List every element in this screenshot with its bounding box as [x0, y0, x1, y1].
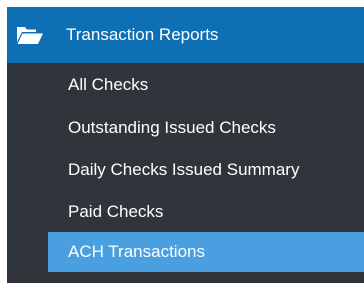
menu-item-ach-transactions[interactable]: ACH Transactions: [48, 232, 364, 272]
menu-item-outstanding-issued-checks[interactable]: Outstanding Issued Checks: [7, 108, 364, 148]
menu-item-daily-checks-issued-summary[interactable]: Daily Checks Issued Summary: [7, 150, 364, 190]
section-header-transaction-reports[interactable]: Transaction Reports: [7, 7, 364, 63]
folder-open-icon: [16, 25, 44, 45]
sidebar: Transaction Reports All Checks Outstandi…: [0, 0, 364, 283]
menu-item-paid-checks[interactable]: Paid Checks: [7, 192, 364, 232]
divider: [7, 63, 364, 64]
menu-item-label: Paid Checks: [68, 202, 164, 221]
menu-item-label: Daily Checks Issued Summary: [68, 160, 300, 179]
menu-panel: Transaction Reports All Checks Outstandi…: [7, 7, 364, 283]
menu-item-all-checks[interactable]: All Checks: [7, 65, 364, 105]
menu-item-label: ACH Transactions: [68, 242, 205, 261]
menu-item-label: All Checks: [68, 75, 149, 94]
menu-item-label: Outstanding Issued Checks: [68, 118, 276, 137]
section-title: Transaction Reports: [66, 25, 219, 44]
